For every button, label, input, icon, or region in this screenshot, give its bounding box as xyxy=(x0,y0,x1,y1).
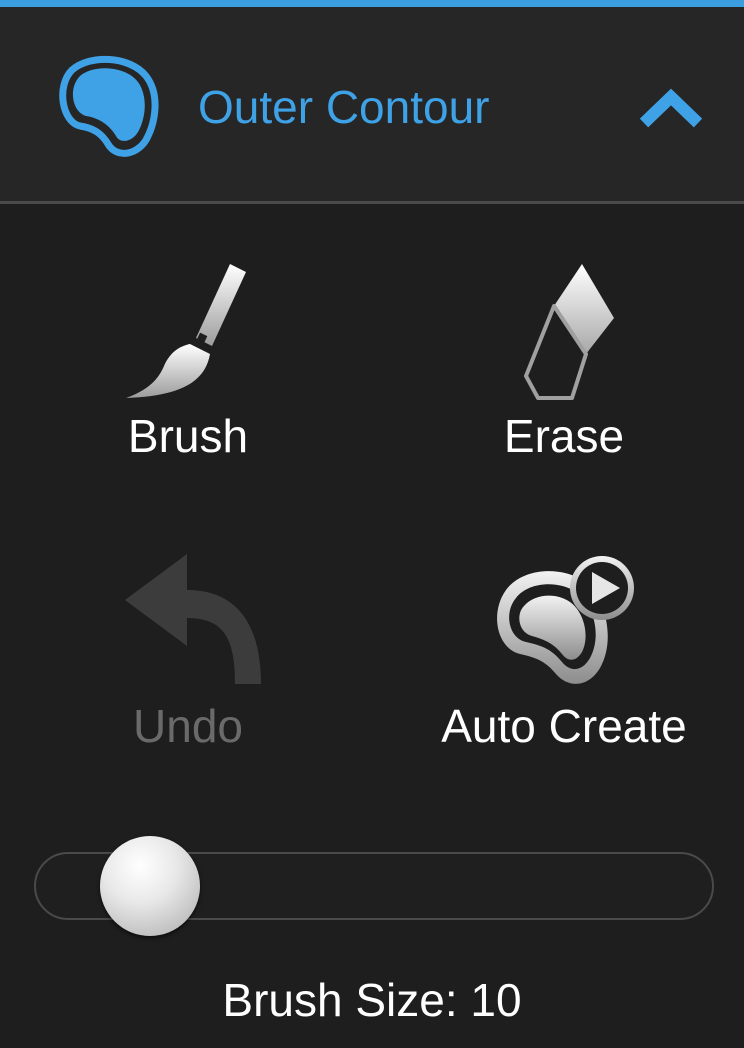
outer-contour-panel: Outer Contour Brush Erase Undo Auto Crea… xyxy=(0,0,744,1048)
panel-title: Outer Contour xyxy=(198,81,490,133)
collapse-toggle-button[interactable] xyxy=(636,85,706,133)
undo-arrow-icon xyxy=(125,554,261,684)
eraser-icon xyxy=(524,264,614,400)
erase-button[interactable]: Erase xyxy=(434,258,694,498)
top-accent-bar xyxy=(0,0,744,7)
erase-label: Erase xyxy=(503,410,625,462)
brush-label: Brush xyxy=(127,410,249,462)
undo-button[interactable]: Undo xyxy=(58,548,318,788)
panel-header[interactable]: Outer Contour xyxy=(0,7,744,204)
auto-create-button[interactable]: Auto Create xyxy=(414,548,714,788)
brush-size-slider-thumb[interactable] xyxy=(100,836,200,936)
undo-label: Undo xyxy=(133,700,243,752)
contour-shape-icon xyxy=(59,55,159,157)
brush-size-caption: Brush Size: 10 xyxy=(222,974,522,1026)
auto-create-contour-play-icon xyxy=(497,556,634,684)
brush-icon xyxy=(126,264,246,398)
auto-create-label: Auto Create xyxy=(441,700,687,752)
chevron-up-icon xyxy=(639,88,703,128)
brush-button[interactable]: Brush xyxy=(58,258,318,498)
